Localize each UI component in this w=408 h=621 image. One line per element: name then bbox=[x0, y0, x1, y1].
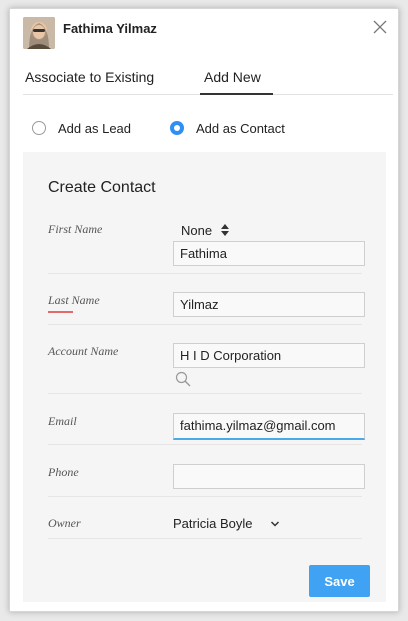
radio-unchecked-icon[interactable] bbox=[32, 121, 46, 135]
account-name-label: Account Name bbox=[48, 344, 119, 358]
divider bbox=[48, 273, 362, 274]
radio-label-lead: Add as Lead bbox=[58, 121, 132, 136]
divider bbox=[48, 496, 362, 497]
first-name-input[interactable]: Fathima bbox=[173, 241, 365, 266]
salutation-select[interactable]: None bbox=[181, 223, 212, 238]
phone-input[interactable] bbox=[173, 464, 365, 489]
divider bbox=[48, 538, 362, 539]
last-name-label: Last Name bbox=[48, 293, 100, 307]
account-name-input[interactable]: H I D Corporation bbox=[173, 343, 365, 368]
tab-bar: Associate to Existing Add New bbox=[23, 67, 393, 95]
form-title: Create Contact bbox=[48, 179, 156, 196]
chevron-down-icon[interactable] bbox=[270, 520, 280, 528]
tab-add-new[interactable]: Add New bbox=[200, 69, 273, 95]
owner-select[interactable]: Patricia Boyle bbox=[173, 516, 252, 531]
panel-header: Fathima Yilmaz bbox=[10, 9, 398, 57]
divider bbox=[48, 324, 362, 325]
radio-checked-icon[interactable] bbox=[170, 121, 184, 135]
avatar bbox=[23, 17, 55, 49]
required-marker bbox=[48, 311, 73, 313]
create-contact-panel: Fathima Yilmaz Associate to Existing Add… bbox=[9, 8, 399, 612]
email-label: Email bbox=[48, 414, 77, 428]
close-icon[interactable] bbox=[372, 19, 388, 35]
phone-label: Phone bbox=[48, 465, 79, 479]
divider bbox=[48, 444, 362, 445]
search-icon[interactable] bbox=[175, 371, 191, 387]
sort-arrows-icon[interactable] bbox=[220, 223, 230, 237]
user-name: Fathima Yilmaz bbox=[63, 21, 157, 36]
user-photo-icon bbox=[23, 17, 55, 49]
radio-label-contact: Add as Contact bbox=[196, 121, 285, 136]
divider bbox=[48, 393, 362, 394]
email-input[interactable]: fathima.yilmaz@gmail.com bbox=[173, 413, 365, 440]
contact-form: Create Contact First Name None Fathima L… bbox=[23, 152, 386, 602]
tab-associate-to-existing[interactable]: Associate to Existing bbox=[25, 69, 154, 85]
first-name-label: First Name bbox=[48, 222, 103, 236]
owner-label: Owner bbox=[48, 516, 81, 530]
last-name-input[interactable]: Yilmaz bbox=[173, 292, 365, 317]
save-button[interactable]: Save bbox=[309, 565, 370, 597]
